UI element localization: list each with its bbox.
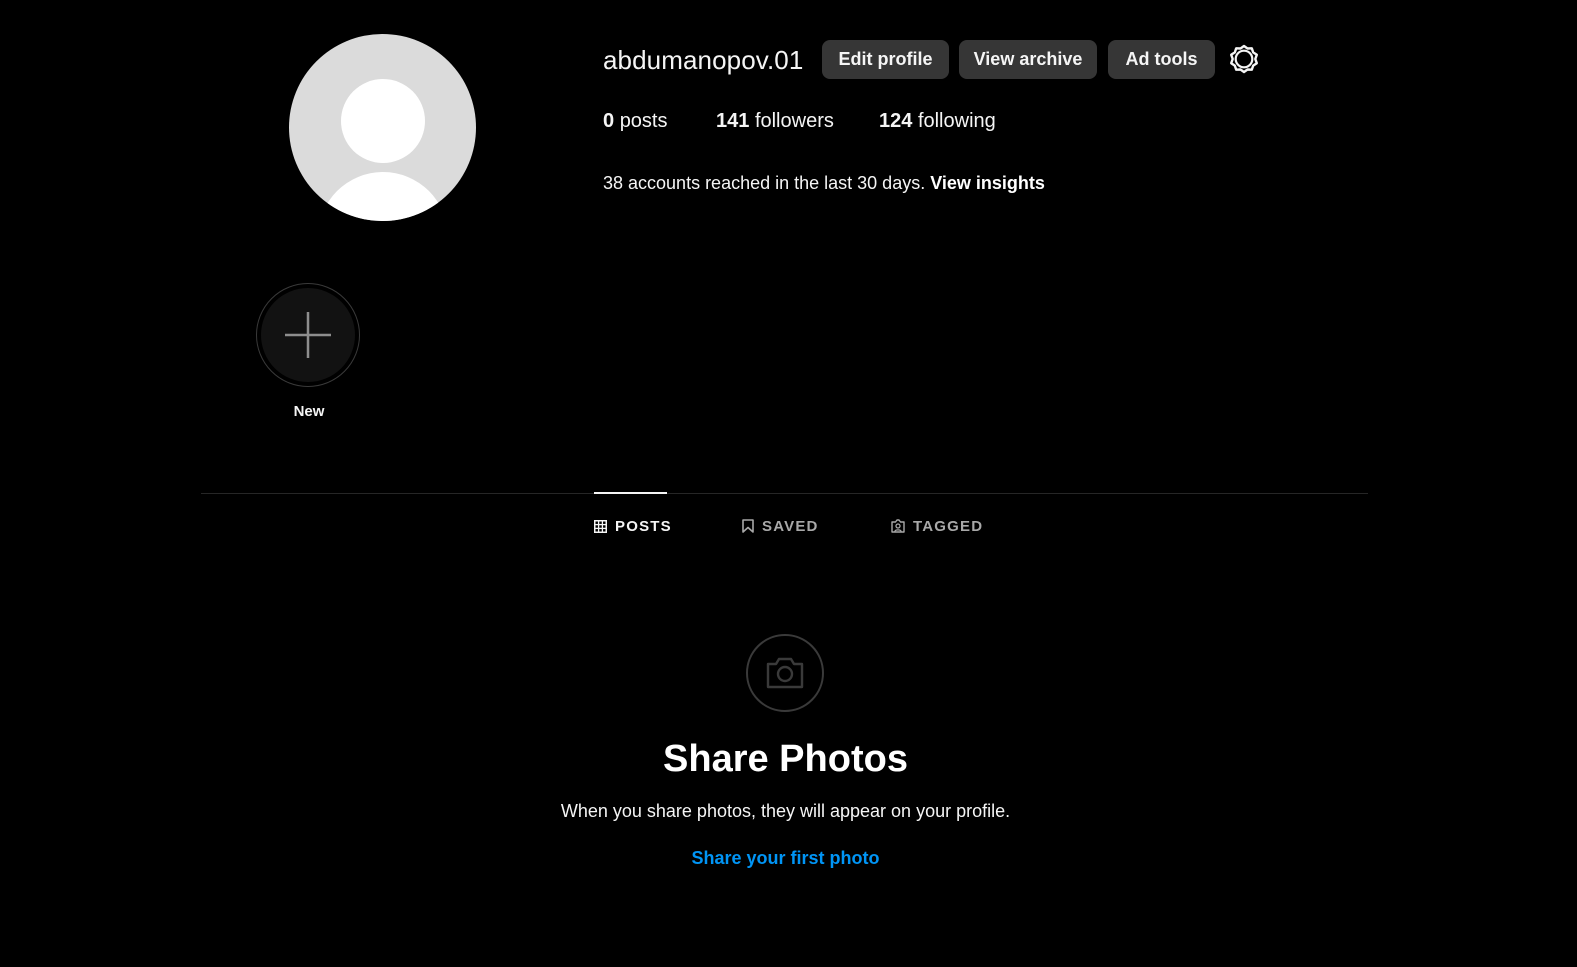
active-tab-indicator (594, 492, 667, 494)
avatar-head-shape (341, 79, 425, 163)
plus-icon (285, 312, 331, 358)
view-archive-button[interactable]: View archive (959, 40, 1097, 79)
reach-text: 38 accounts reached in the last 30 days. (603, 173, 926, 193)
tab-posts-label: POSTS (615, 517, 672, 535)
following-count-stat[interactable]: 124 following (879, 106, 996, 136)
view-insights-link[interactable]: View insights (930, 173, 1045, 193)
tab-tagged[interactable]: TAGGED (891, 514, 983, 538)
empty-state-title: Share Photos (663, 738, 908, 780)
empty-state-subtitle: When you share photos, they will appear … (560, 801, 1011, 821)
tab-tagged-label: TAGGED (913, 517, 984, 535)
tab-saved-label: SAVED (762, 517, 819, 535)
new-highlight-label: New (293, 403, 325, 420)
share-first-photo-link[interactable]: Share your first photo (691, 848, 879, 868)
avatar-body-shape (318, 172, 448, 221)
settings-gear-icon[interactable] (1229, 44, 1259, 74)
following-count: 124 (879, 110, 913, 132)
posts-count: 0 (603, 110, 615, 132)
followers-count: 141 (716, 110, 750, 132)
tab-posts[interactable]: POSTS (594, 514, 672, 538)
posts-label: posts (619, 110, 668, 132)
edit-profile-button[interactable]: Edit profile (822, 40, 949, 79)
posts-count-stat: 0 posts (603, 106, 668, 136)
profile-username: abdumanopov.01 (603, 45, 804, 75)
grid-icon (594, 519, 607, 533)
profile-page: abdumanopov.01 Edit profile View archive… (0, 0, 1577, 967)
share-first-photo-container: Share your first photo (0, 845, 1571, 871)
followers-label: followers (754, 110, 834, 132)
tab-saved[interactable]: SAVED (742, 514, 819, 538)
profile-avatar[interactable] (289, 34, 476, 221)
following-label: following (917, 110, 996, 132)
insights-summary: 38 accounts reached in the last 30 days.… (603, 170, 1045, 196)
followers-count-stat[interactable]: 141 followers (716, 106, 834, 136)
camera-icon (746, 634, 824, 712)
tabs-divider (201, 493, 1368, 494)
bookmark-icon (742, 519, 754, 533)
ad-tools-button[interactable]: Ad tools (1108, 40, 1215, 79)
new-highlight-button[interactable] (256, 283, 360, 387)
tagged-user-icon (891, 519, 905, 533)
